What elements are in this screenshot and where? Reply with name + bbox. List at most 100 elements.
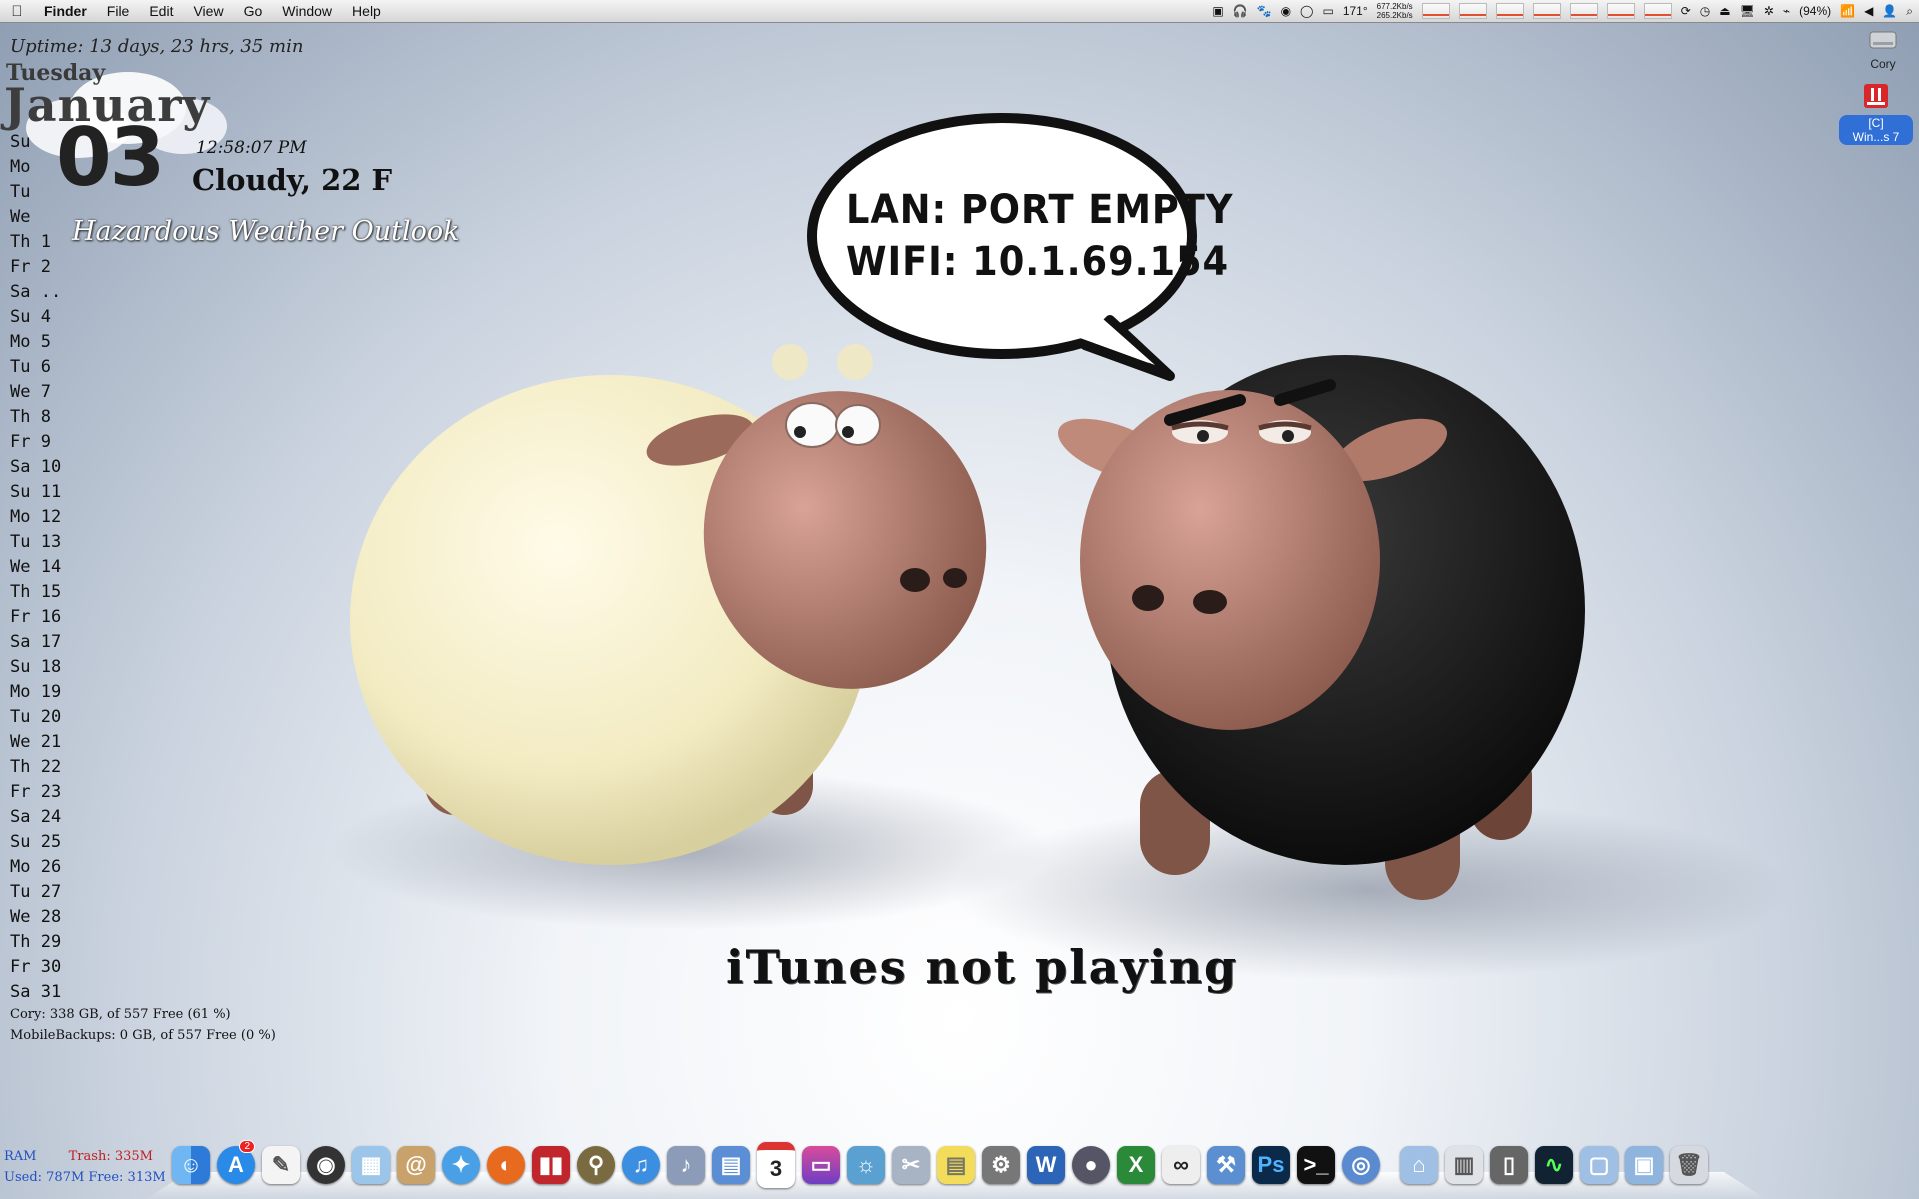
dock-textedit[interactable]: ✎	[260, 1144, 302, 1186]
menu-edit[interactable]: Edit	[139, 0, 183, 22]
calendar-day-row: Mo 5	[10, 332, 51, 352]
display-icon[interactable]: 🖥	[1740, 4, 1755, 18]
wifi-icon[interactable]: 📶	[1840, 4, 1855, 18]
drive-label: Cory	[1870, 57, 1896, 71]
dock-instruments[interactable]: ♪	[665, 1144, 707, 1186]
time-machine-icon[interactable]: ◷	[1700, 4, 1710, 18]
disk-graph[interactable]	[1495, 3, 1524, 19]
excel-icon: X	[1117, 1146, 1155, 1184]
menu-help[interactable]: Help	[342, 0, 391, 22]
cpu-graph[interactable]	[1421, 3, 1450, 19]
dock-preview[interactable]: ▦	[350, 1144, 392, 1186]
vm-label-line1: [C]	[1868, 116, 1884, 130]
iphoto-icon: ☼	[847, 1146, 885, 1184]
dock-word[interactable]: W	[1025, 1144, 1067, 1186]
address-book-icon: @	[397, 1146, 435, 1184]
sync-icon[interactable]: ⟳	[1681, 4, 1691, 18]
dashboard-icon: ◉	[307, 1146, 345, 1184]
calendar-day-row: Sa 10	[10, 457, 62, 477]
dock-glasses-app[interactable]: ∞	[1160, 1144, 1202, 1186]
disk-cory: Cory: 338 GB, of 557 Free (61 %)	[10, 1007, 231, 1022]
headphones-icon[interactable]: 🎧	[1233, 4, 1248, 18]
menu-finder[interactable]: Finder	[34, 0, 97, 22]
preview-icon: ▦	[352, 1146, 390, 1184]
dock-scissors-app[interactable]: ✂	[890, 1144, 932, 1186]
temperature-readout[interactable]: 171°	[1343, 4, 1368, 18]
dock-imac[interactable]: ▭	[800, 1144, 842, 1186]
chat-bubble-icon[interactable]: ◯	[1300, 4, 1313, 18]
trash-size: Trash: 335M	[68, 1149, 153, 1164]
dock-spotlight-app[interactable]: ⚲	[575, 1144, 617, 1186]
ram-usage: Used: 787M Free: 313M	[4, 1170, 166, 1185]
volume-icon[interactable]: ◀	[1864, 4, 1873, 18]
menu-bar:  Finder File Edit View Go Window Help ▣…	[0, 0, 1919, 23]
activity-icon[interactable]: ⌁	[1783, 4, 1790, 18]
dock-app-store[interactable]: A2	[215, 1140, 257, 1186]
dock-applications-stack[interactable]: ⌂	[1398, 1144, 1440, 1186]
menu-go[interactable]: Go	[234, 0, 273, 22]
calendar-day-row: Fr 23	[10, 782, 62, 802]
fan-graph[interactable]	[1643, 3, 1672, 19]
dock-activity-monitor[interactable]: ∿	[1533, 1144, 1575, 1186]
dock-terminal[interactable]: >_	[1295, 1144, 1337, 1186]
dock-downloads-stack[interactable]: ▢	[1578, 1144, 1620, 1186]
apple-menu-icon[interactable]: 	[0, 3, 34, 20]
dock-separator	[1385, 1144, 1395, 1186]
calendar-day-row: We 21	[10, 732, 62, 752]
network-rates[interactable]: 677.2Kb/s 265.2Kb/s	[1377, 2, 1413, 20]
load-graph[interactable]	[1569, 3, 1598, 19]
calendar-day-row: Tu	[10, 182, 31, 202]
growl-icon[interactable]: ◉	[1281, 4, 1291, 18]
dock-ical[interactable]: 3	[755, 1142, 797, 1188]
sensor-graph[interactable]	[1606, 3, 1635, 19]
dock-firefox[interactable]: ◐	[485, 1144, 527, 1186]
vm-label-line2: Win...s 7	[1852, 130, 1900, 144]
calendar-day-row: Tu 20	[10, 707, 62, 727]
parallels-vm-icon	[1864, 84, 1888, 108]
monitor-app-icon[interactable]: ▣	[1212, 4, 1223, 18]
dock-itunes[interactable]: ♫	[620, 1144, 662, 1186]
dock-photo-booth[interactable]: ▮▮	[530, 1144, 572, 1186]
dock-dashboard[interactable]: ◉	[305, 1144, 347, 1186]
calendar-day-row: Su 18	[10, 657, 62, 677]
dock-excel[interactable]: X	[1115, 1144, 1157, 1186]
net-graph[interactable]	[1532, 3, 1561, 19]
wifi-status: WIFI: 10.1.69.154	[846, 239, 1230, 285]
desktop-windows-vm[interactable]: [C] Win...s 7	[1839, 82, 1913, 145]
spotlight-search-icon[interactable]: ⌕	[1906, 4, 1913, 19]
menu-file[interactable]: File	[97, 0, 140, 22]
dock-webcam[interactable]: ●	[1070, 1144, 1112, 1186]
display-app-icon: ▭	[802, 1146, 840, 1184]
desktop-drive-cory[interactable]: Cory	[1857, 28, 1909, 71]
dock-network-utility[interactable]: ◎	[1340, 1144, 1382, 1186]
hard-drive-icon	[1869, 31, 1897, 49]
user-icon[interactable]: 👤	[1882, 4, 1897, 18]
menu-view[interactable]: View	[183, 0, 233, 22]
app-store-badge: 2	[239, 1140, 255, 1153]
mem-graph[interactable]	[1458, 3, 1487, 19]
dock-iphoto[interactable]: ☼	[845, 1144, 887, 1186]
dock-safari[interactable]: ✦	[440, 1144, 482, 1186]
calendar-day-row: Fr 30	[10, 957, 62, 977]
battery-percent[interactable]: (94%)	[1799, 4, 1831, 18]
dock-keynote[interactable]: ▤	[710, 1144, 752, 1186]
bluetooth-icon[interactable]: ✲	[1764, 4, 1774, 18]
dock-documents-stack[interactable]: ▥	[1443, 1144, 1485, 1186]
clock-time: 12:58:07 PM	[196, 138, 307, 158]
dock-trash[interactable]: 🗑	[1668, 1144, 1710, 1186]
battery-meter-icon[interactable]: ▭	[1322, 4, 1333, 18]
calendar-day-row: Sa 24	[10, 807, 62, 827]
dock-finder[interactable]: ☺	[170, 1144, 212, 1186]
dock-system-preferences[interactable]: ⚙	[980, 1144, 1022, 1186]
dock-stickies[interactable]: ▤	[935, 1144, 977, 1186]
calendar-day-row: Tu 6	[10, 357, 51, 377]
dock-photoshop[interactable]: Ps	[1250, 1144, 1292, 1186]
net-down-rate: 265.2Kb/s	[1376, 11, 1413, 20]
dock-xcode[interactable]: ⚒	[1205, 1144, 1247, 1186]
menu-window[interactable]: Window	[272, 0, 342, 22]
dock-iphone-config[interactable]: ▯	[1488, 1144, 1530, 1186]
dock-address-book[interactable]: @	[395, 1144, 437, 1186]
eject-icon[interactable]: ⏏	[1719, 4, 1730, 18]
dock-folder-stack[interactable]: ▣	[1623, 1144, 1665, 1186]
paw-icon[interactable]: 🐾	[1257, 4, 1272, 18]
